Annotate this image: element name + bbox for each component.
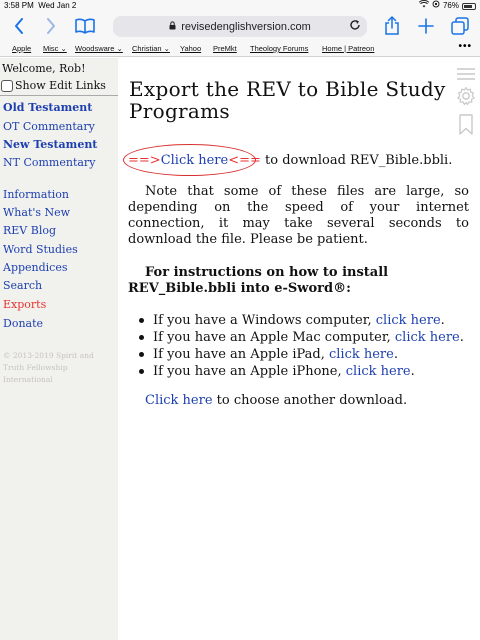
show-edit-links-label: Show Edit Links	[15, 79, 106, 92]
book-icon	[75, 18, 95, 34]
another-download-line: Click here to choose another download.	[145, 393, 407, 408]
lock-icon	[169, 21, 176, 32]
menu-icon[interactable]	[455, 66, 477, 85]
plus-icon	[418, 18, 434, 34]
show-edit-links-checkbox[interactable]	[1, 79, 13, 92]
gear-icon[interactable]	[455, 86, 477, 110]
list-item: If you have an Apple Mac computer, click…	[138, 329, 464, 346]
battery-percent: 76%	[442, 1, 459, 10]
tabs-icon	[451, 17, 469, 35]
show-edit-links-toggle[interactable]: Show Edit Links	[1, 78, 117, 93]
another-download-suffix: to choose another download.	[212, 393, 408, 408]
ipad-link[interactable]: click here	[329, 347, 394, 362]
sidebar-link-donate[interactable]: Donate	[3, 317, 43, 330]
list-item: If you have a Windows computer, click he…	[138, 312, 464, 329]
list-item-text: If you have a Windows computer,	[153, 313, 376, 328]
bookmark-misc[interactable]: Misc ⌄	[43, 44, 67, 53]
status-date: Wed Jan 2	[38, 1, 77, 10]
address-bar[interactable]: revisedenglishversion.com	[113, 16, 367, 37]
list-item-text: If you have an Apple Mac computer,	[153, 330, 395, 345]
iphone-link[interactable]: click here	[346, 364, 411, 379]
sidebar-divider	[0, 95, 118, 96]
status-time-date: 3:58 PM Wed Jan 2	[4, 0, 76, 12]
download-suffix: to download REV_Bible.bbli.	[260, 153, 453, 168]
sidebar-link-new-testament[interactable]: New Testament	[3, 138, 97, 151]
bookmark-theology-forums[interactable]: Theology Forums	[250, 44, 308, 53]
list-item: If you have an Apple iPad, click here.	[138, 346, 464, 363]
battery-fill	[464, 4, 472, 8]
new-tab-button[interactable]	[416, 16, 436, 36]
sidebar-link-nt-commentary[interactable]: NT Commentary	[3, 156, 95, 169]
list-item: If you have an Apple iPhone, click here.	[138, 363, 464, 380]
mac-link[interactable]: click here	[395, 330, 460, 345]
bookmark-woodsware[interactable]: Woodsware ⌄	[75, 44, 123, 53]
highlight-circle	[123, 144, 256, 176]
page-title: Export the REV to Bible Study Programs	[129, 77, 446, 123]
status-bar: 3:58 PM Wed Jan 2 76%	[0, 0, 480, 12]
battery-icon	[462, 2, 476, 10]
browser-toolbar: revisedenglishversion.com	[0, 12, 480, 40]
chevron-right-icon	[47, 18, 55, 34]
url-text: revisedenglishversion.com	[181, 20, 311, 33]
sidebar-link-rev-blog[interactable]: REV Blog	[3, 224, 56, 237]
sidebar: Welcome, Rob! Show Edit Links Old Testam…	[0, 58, 118, 640]
bookmark-premkt[interactable]: PreMkt	[213, 44, 237, 53]
note-paragraph: Note that some of these files are large,…	[128, 184, 469, 248]
sidebar-link-word-studies[interactable]: Word Studies	[3, 243, 78, 256]
bookmarks-bar: Apple Misc ⌄ Woodsware ⌄ Christian ⌄ Yah…	[0, 40, 480, 57]
another-download-link[interactable]: Click here	[145, 393, 213, 408]
chevron-left-icon	[15, 18, 23, 34]
sidebar-link-ot-commentary[interactable]: OT Commentary	[3, 120, 95, 133]
bookmarks-button[interactable]	[74, 16, 96, 36]
download-line: ==>Click here<== to download REV_Bible.b…	[123, 144, 453, 176]
copyright-text: © 2013-2019 Spirit and Truth Fellowship …	[3, 351, 94, 384]
list-item-suffix: .	[459, 330, 464, 345]
status-time: 3:58 PM	[4, 1, 34, 10]
wifi-icon	[418, 0, 430, 12]
bookmark-home-patreon[interactable]: Home | Patreon	[322, 44, 374, 53]
status-right: 76%	[418, 0, 476, 12]
bookmark-christian[interactable]: Christian ⌄	[132, 44, 170, 53]
list-item-text: If you have an Apple iPad,	[153, 347, 329, 362]
instructions-list: If you have a Windows computer, click he…	[138, 312, 464, 380]
note-text: Note that some of these files are large,…	[128, 184, 469, 247]
tabs-button[interactable]	[450, 16, 470, 36]
share-icon	[385, 16, 399, 35]
more-icon[interactable]: •••	[458, 41, 472, 52]
reload-icon[interactable]	[349, 19, 361, 34]
sidebar-link-appendices[interactable]: Appendices	[3, 261, 68, 274]
sidebar-link-whats-new[interactable]: What's New	[3, 206, 70, 219]
list-item-suffix: .	[440, 313, 445, 328]
list-item-text: If you have an Apple iPhone,	[153, 364, 346, 379]
welcome-text: Welcome, Rob!	[2, 62, 86, 75]
sidebar-link-information[interactable]: Information	[3, 188, 69, 201]
share-button[interactable]	[382, 16, 402, 36]
sidebar-link-exports[interactable]: Exports	[3, 298, 46, 311]
back-button[interactable]	[12, 16, 26, 36]
instructions-heading: For instructions on how to install REV_B…	[128, 265, 389, 296]
bookmark-apple[interactable]: Apple	[12, 44, 31, 53]
list-item-suffix: .	[410, 364, 415, 379]
bookmark-yahoo[interactable]: Yahoo	[180, 44, 201, 53]
orientation-lock-icon	[432, 0, 440, 12]
list-item-suffix: .	[393, 347, 398, 362]
bookmark-icon[interactable]	[455, 114, 477, 140]
main-content: Export the REV to Bible Study Programs =…	[118, 58, 480, 640]
forward-button[interactable]	[44, 16, 58, 36]
sidebar-link-search[interactable]: Search	[3, 279, 42, 292]
windows-link[interactable]: click here	[376, 313, 441, 328]
sidebar-link-old-testament[interactable]: Old Testament	[3, 101, 92, 114]
